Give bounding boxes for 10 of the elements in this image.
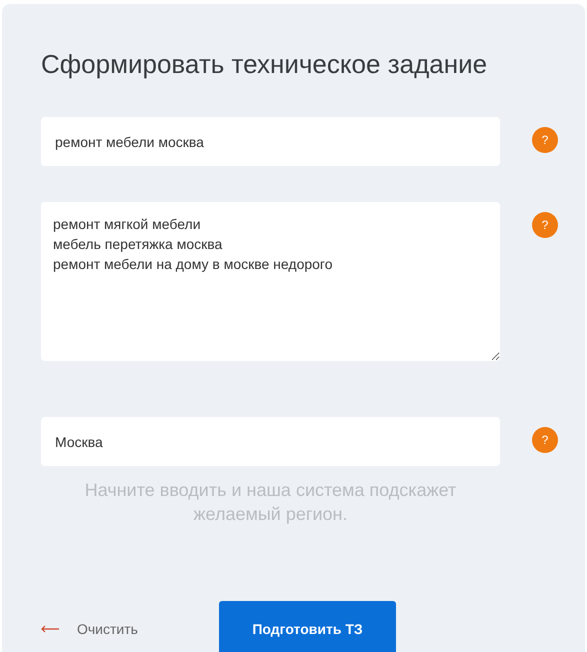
arrow-left-icon (41, 624, 59, 632)
submit-button[interactable]: Подготовить ТЗ (219, 601, 396, 652)
input-field[interactable]: Москва (41, 417, 500, 466)
help-icon[interactable]: ? (532, 427, 558, 453)
help-icon[interactable]: ? (532, 212, 558, 238)
keywords-field[interactable]: ремонт мягкой мебели мебель перетяжка москва ремонт мебели на дому в москве недорого (41, 202, 500, 361)
form-title: Сформировать техническое задание (41, 48, 488, 81)
help-icon[interactable]: ? (532, 127, 558, 153)
clear-link[interactable]: Очистить (77, 620, 138, 636)
input-field[interactable]: ремонт мебели москва (41, 117, 500, 166)
